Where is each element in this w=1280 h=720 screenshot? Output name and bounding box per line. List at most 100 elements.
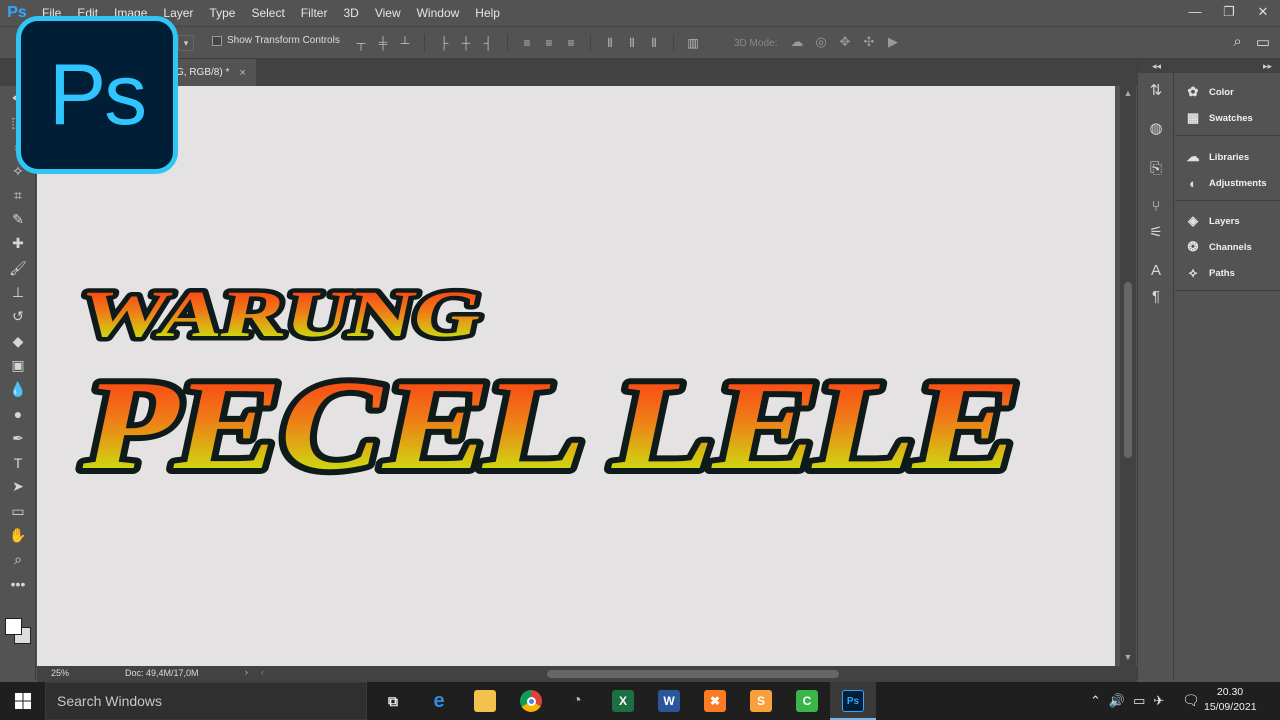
hand-tool-icon[interactable]: ✋ <box>0 523 36 547</box>
distribute-right-icon[interactable]: ⫴ <box>645 34 663 52</box>
close-button[interactable]: ✕ <box>1246 0 1280 26</box>
taskbar-xampp[interactable]: ✖ <box>692 682 738 720</box>
align-hcenter-icon[interactable]: ┼ <box>457 34 475 52</box>
path-selection-tool-icon[interactable]: ➤ <box>0 475 36 499</box>
brush-settings-panel-icon[interactable]: ⑂ <box>1146 197 1166 217</box>
volume-icon[interactable]: 🔊 <box>1109 693 1125 709</box>
dodge-tool-icon[interactable]: ● <box>0 402 36 426</box>
taskbar-camtasia[interactable]: C <box>784 682 830 720</box>
distribute-top-icon[interactable]: ≡ <box>518 34 536 52</box>
network-icon[interactable]: ✈ <box>1153 693 1164 709</box>
blur-tool-icon[interactable]: 💧 <box>0 378 36 402</box>
scroll-left-icon[interactable]: ‹ <box>261 667 264 677</box>
taskbar-word[interactable]: W <box>646 682 692 720</box>
eyedropper-tool-icon[interactable]: ✎ <box>0 207 36 231</box>
show-transform-controls-checkbox[interactable]: Show Transform Controls <box>212 35 340 46</box>
align-bottom-icon[interactable]: ┴ <box>396 34 414 52</box>
align-vcenter-icon[interactable]: ╪ <box>374 34 392 52</box>
menu-filter[interactable]: Filter <box>293 0 336 26</box>
folder-icon <box>474 690 496 712</box>
workspace-icon[interactable]: ▭ <box>1256 33 1270 51</box>
distribute-bottom-icon[interactable]: ≡ <box>562 34 580 52</box>
taskbar-app-mixed[interactable]: ◔ <box>554 682 600 720</box>
tray-chevron-icon[interactable]: ⌃ <box>1090 693 1101 709</box>
panel-adjustments[interactable]: ◐ Adjustments <box>1183 172 1279 194</box>
orbit-3d-icon[interactable]: ☁ <box>788 33 806 51</box>
properties-panel-icon[interactable]: ◍ <box>1146 119 1166 139</box>
eraser-tool-icon[interactable]: ◆ <box>0 329 36 353</box>
collapse-panels-icon[interactable]: ▸▸ <box>1175 59 1280 73</box>
rectangle-tool-icon[interactable]: ▭ <box>0 499 36 523</box>
taskbar-sublime[interactable]: S <box>738 682 784 720</box>
panel-libraries[interactable]: ☁ Libraries <box>1183 146 1279 168</box>
taskbar-clock[interactable]: 20.30 15/09/2021 <box>1204 685 1257 715</box>
taskbar-photoshop[interactable]: Ps <box>830 682 876 720</box>
task-view-button[interactable]: ⧉ <box>370 682 416 720</box>
align-left-icon[interactable]: ├ <box>435 34 453 52</box>
battery-icon[interactable]: ▭ <box>1133 693 1145 709</box>
taskbar-edge[interactable]: e <box>416 682 462 720</box>
panel-paths[interactable]: ⟡ Paths <box>1183 262 1279 284</box>
character-panel-icon[interactable]: A <box>1146 261 1166 281</box>
zoom-tool-icon[interactable]: ⌕ <box>0 548 36 572</box>
collapse-strip-icon[interactable]: ◂◂ <box>1138 59 1175 73</box>
vertical-scrollbar[interactable]: ▲ ▼ <box>1120 86 1136 666</box>
align-top-icon[interactable]: ┬ <box>352 34 370 52</box>
menu-help[interactable]: Help <box>467 0 508 26</box>
more-tools-icon[interactable]: ••• <box>0 572 36 596</box>
zoom-level[interactable]: 25% <box>51 668 69 678</box>
gradient-tool-icon[interactable]: ▣ <box>0 353 36 377</box>
healing-brush-tool-icon[interactable]: ✚ <box>0 232 36 256</box>
foreground-color-swatch[interactable] <box>5 618 22 635</box>
taskbar-search-box[interactable]: Search Windows <box>45 682 367 720</box>
panel-swatches[interactable]: ▦ Swatches <box>1183 107 1279 129</box>
clone-source-panel-icon[interactable]: ⎘ <box>1146 159 1166 179</box>
menu-view[interactable]: View <box>367 0 409 26</box>
close-tab-icon[interactable]: × <box>239 67 245 79</box>
align-right-icon[interactable]: ┤ <box>479 34 497 52</box>
scroll-down-icon[interactable]: ▼ <box>1120 652 1136 662</box>
slide-3d-icon[interactable]: ✣ <box>860 33 878 51</box>
scroll-up-icon[interactable]: ▲ <box>1120 88 1136 98</box>
pen-tool-icon[interactable]: ✒ <box>0 426 36 450</box>
panel-channels[interactable]: ❂ Channels <box>1183 236 1279 258</box>
tool-presets-panel-icon[interactable]: ⚟ <box>1146 223 1166 243</box>
search-placeholder: Search Windows <box>57 693 163 709</box>
history-panel-icon[interactable]: ⇅ <box>1146 81 1166 101</box>
panel-layers[interactable]: ◈ Layers <box>1183 210 1279 232</box>
divider <box>424 34 425 52</box>
distribute-left-icon[interactable]: ⫴ <box>601 34 619 52</box>
pan-3d-icon[interactable]: ✥ <box>836 33 854 51</box>
brush-tool-icon[interactable]: 🖌 <box>0 256 36 280</box>
taskbar-file-explorer[interactable] <box>462 682 508 720</box>
distribute-vcenter-icon[interactable]: ≡ <box>540 34 558 52</box>
roll-3d-icon[interactable]: ◎ <box>812 33 830 51</box>
panel-color[interactable]: ✿ Color <box>1183 81 1279 103</box>
restore-button[interactable]: ❐ <box>1212 0 1246 26</box>
menu-type[interactable]: Type <box>201 0 243 26</box>
notification-icon[interactable]: 🗨 <box>1182 692 1200 709</box>
taskbar-excel[interactable]: X <box>600 682 646 720</box>
status-menu-chevron-icon[interactable]: › <box>245 667 248 677</box>
start-button[interactable] <box>0 682 45 720</box>
taskbar-chrome[interactable] <box>508 682 554 720</box>
checkbox-box[interactable] <box>212 35 222 46</box>
paragraph-panel-icon[interactable]: ¶ <box>1146 287 1166 307</box>
stamp-tool-icon[interactable]: ⊥ <box>0 280 36 304</box>
document-canvas[interactable]: WARUNG PECEL LELE <box>37 86 1115 666</box>
auto-align-icon[interactable]: ▥ <box>684 34 702 52</box>
vertical-scroll-thumb[interactable] <box>1124 282 1132 458</box>
distribute-hcenter-icon[interactable]: ⫴ <box>623 34 641 52</box>
minimize-button[interactable]: — <box>1178 0 1212 26</box>
type-tool-icon[interactable]: T <box>0 450 36 474</box>
horizontal-scroll-thumb[interactable] <box>547 670 839 678</box>
crop-tool-icon[interactable]: ⌗ <box>0 183 36 207</box>
history-brush-tool-icon[interactable]: ↺ <box>0 305 36 329</box>
menu-3d[interactable]: 3D <box>335 0 366 26</box>
preset-dropdown[interactable]: ▾ <box>178 35 194 51</box>
menu-window[interactable]: Window <box>409 0 468 26</box>
menu-select[interactable]: Select <box>243 0 292 26</box>
scale-3d-icon[interactable]: ▶ <box>884 33 902 51</box>
canvas-area: WARUNG PECEL LELE <box>37 86 1120 666</box>
search-icon[interactable]: ⌕ <box>1233 33 1241 51</box>
